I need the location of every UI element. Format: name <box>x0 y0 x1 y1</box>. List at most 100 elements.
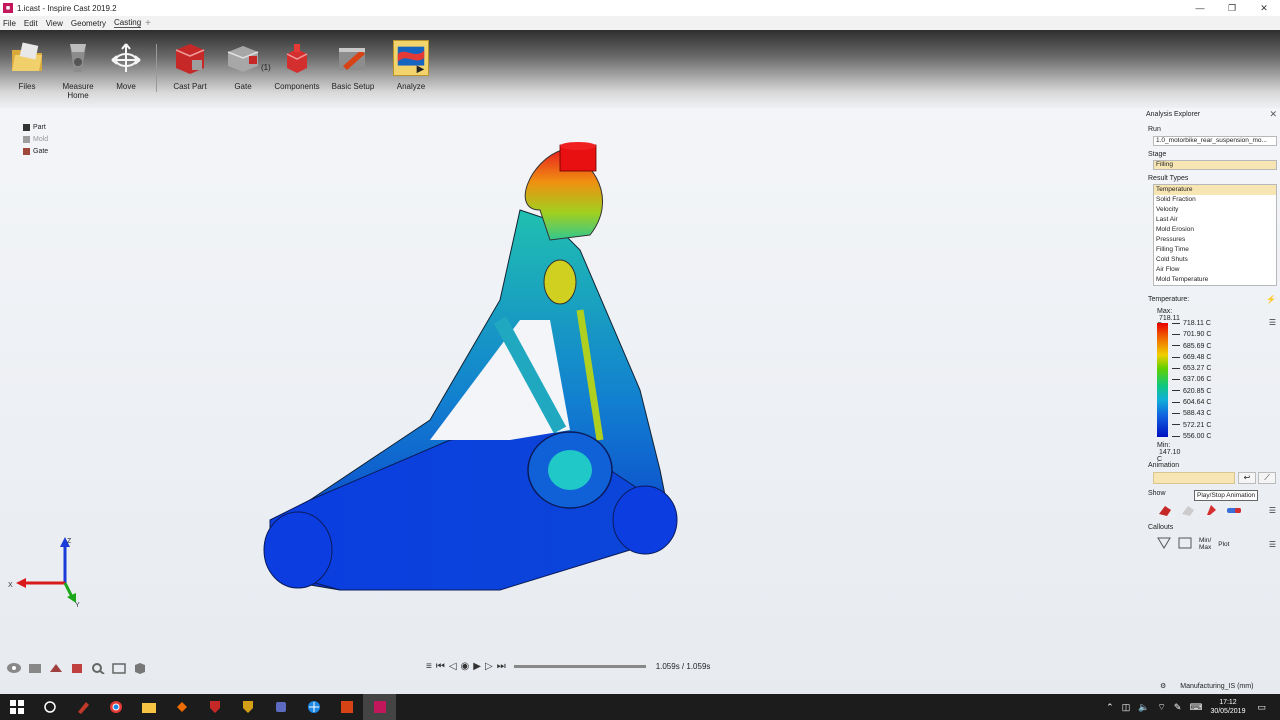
keyboard-icon[interactable]: ⌨ <box>1189 702 1202 713</box>
list-item[interactable]: Filling Time <box>1154 245 1276 255</box>
zoom-icon[interactable] <box>89 660 107 676</box>
list-item[interactable]: Temperature <box>1154 185 1276 195</box>
pen-icon[interactable]: ✎ <box>1174 702 1182 713</box>
network-icon[interactable]: ◫ <box>1122 702 1131 713</box>
window-title: 1.icast - Inspire Cast 2019.2 <box>17 3 117 13</box>
animation-settings-button[interactable]: ⟋ <box>1258 472 1276 484</box>
run-label: Run <box>1148 126 1161 133</box>
view-parts-icon[interactable] <box>26 660 44 676</box>
legend-item-mold[interactable]: Mold <box>23 133 48 145</box>
menu-casting[interactable]: Casting <box>114 18 142 28</box>
clock[interactable]: 17:12 30/05/2019 <box>1210 698 1245 716</box>
components-button[interactable]: Components <box>272 40 322 91</box>
casting-part-model[interactable] <box>250 140 690 612</box>
close-icon[interactable]: ✕ <box>1248 0 1280 16</box>
list-item[interactable]: Solid Fraction <box>1154 195 1276 205</box>
view-cube-icon[interactable] <box>131 660 149 676</box>
animation-slider[interactable] <box>1153 472 1235 484</box>
menu-view[interactable]: View <box>46 19 63 28</box>
gate-swatch <box>23 147 30 155</box>
windows-start-icon[interactable] <box>0 694 33 720</box>
callout-probe-icon[interactable] <box>1157 537 1171 551</box>
play-icon[interactable]: ▶ <box>473 661 481 672</box>
stage-dropdown[interactable]: Filling <box>1153 160 1277 170</box>
show-menu-icon[interactable]: ☰ <box>1269 506 1276 515</box>
components-icon <box>279 40 315 76</box>
powerpoint-icon[interactable] <box>330 694 363 720</box>
play-stop-animation-button[interactable]: ↩ <box>1238 472 1256 484</box>
zoom-fit-icon[interactable] <box>110 660 128 676</box>
list-item[interactable]: Velocity <box>1154 205 1276 215</box>
app-orange-icon[interactable] <box>165 694 198 720</box>
result-types-list: Temperature Solid Fraction Velocity Last… <box>1153 184 1277 286</box>
stage-label: Stage <box>1148 151 1167 158</box>
record-icon[interactable]: ◉ <box>461 661 470 672</box>
teams-icon[interactable] <box>264 694 297 720</box>
app-shield-icon[interactable] <box>198 694 231 720</box>
view-toolbar <box>5 660 152 676</box>
show-mold-icon[interactable] <box>1180 504 1196 518</box>
wifi-icon[interactable]: ⌔ <box>1157 702 1165 713</box>
menu-edit[interactable]: Edit <box>24 19 38 28</box>
add-ribbon-icon[interactable]: + <box>145 18 151 29</box>
app-pen-icon[interactable] <box>66 694 99 720</box>
list-item[interactable]: Air Flow <box>1154 265 1276 275</box>
menu-geometry[interactable]: Geometry <box>71 19 106 28</box>
measure-button[interactable]: Measure Home <box>58 40 98 100</box>
show-overflow-icon[interactable] <box>1226 504 1242 518</box>
show-part-icon[interactable] <box>1157 504 1173 518</box>
show-options <box>1157 504 1249 518</box>
show-gate-icon[interactable] <box>1203 504 1219 518</box>
app-snowflake-icon[interactable] <box>297 694 330 720</box>
title-bar: ■ 1.icast - Inspire Cast 2019.2 — ❐ ✕ <box>0 0 1280 16</box>
units-gear-icon[interactable]: ⚙ <box>1160 682 1166 690</box>
chevron-up-icon[interactable]: ⌃ <box>1106 702 1114 713</box>
callouts-menu-icon[interactable]: ☰ <box>1269 540 1276 549</box>
inspire-cast-icon[interactable] <box>363 694 396 720</box>
playback-slider[interactable] <box>513 665 646 668</box>
file-explorer-icon[interactable] <box>132 694 165 720</box>
section-cut-icon[interactable] <box>47 660 65 676</box>
step-back-icon[interactable]: ◁ <box>449 661 457 672</box>
box-select-icon[interactable] <box>68 660 86 676</box>
legend-item-part[interactable]: Part <box>23 121 48 133</box>
svg-text:Y: Y <box>75 602 80 609</box>
basic-setup-button[interactable]: Basic Setup <box>330 40 376 91</box>
part-swatch <box>23 123 30 131</box>
list-icon[interactable]: ≡ <box>426 661 432 672</box>
units-label[interactable]: Manufacturing_IS (mm) <box>1180 683 1253 690</box>
legend-item-gate[interactable]: Gate <box>23 145 48 157</box>
close-icon[interactable]: ✕ <box>1269 109 1277 120</box>
run-dropdown[interactable]: 1.0_motorbike_rear_suspension_mo... <box>1153 136 1277 146</box>
chrome-icon[interactable] <box>99 694 132 720</box>
callout-box-icon[interactable] <box>1178 537 1192 551</box>
lightning-icon[interactable]: ⚡ <box>1266 295 1276 304</box>
minimize-icon[interactable]: — <box>1184 0 1216 16</box>
ribbon: Files Measure Home Move Cast Part Gate C… <box>0 30 1280 108</box>
plot-button[interactable]: Plot <box>1218 541 1229 548</box>
basic-setup-icon <box>335 40 371 76</box>
move-button[interactable]: Move <box>106 40 146 91</box>
app-badge-icon[interactable] <box>231 694 264 720</box>
analyze-button[interactable]: Analyze <box>389 40 433 91</box>
skip-start-icon[interactable]: ⏮ <box>436 661 445 672</box>
scale-menu-icon[interactable]: ☰ <box>1269 318 1276 327</box>
step-forward-icon[interactable]: ▷ <box>485 661 493 672</box>
gate-button[interactable]: Gate <box>222 40 264 91</box>
list-item[interactable]: Mold Temperature <box>1154 275 1276 285</box>
volume-icon[interactable]: 🔈 <box>1138 702 1149 713</box>
menu-file[interactable]: File <box>3 19 16 28</box>
list-item[interactable]: Cold Shuts <box>1154 255 1276 265</box>
view-eye-icon[interactable] <box>5 660 23 676</box>
list-item[interactable]: Pressures <box>1154 235 1276 245</box>
search-icon[interactable] <box>33 694 66 720</box>
cast-part-button[interactable]: Cast Part <box>170 40 210 91</box>
skip-end-icon[interactable]: ⏭ <box>497 661 506 672</box>
list-item[interactable]: Last Air <box>1154 215 1276 225</box>
notifications-icon[interactable]: ▭ <box>1257 702 1266 713</box>
list-item[interactable]: Mold Erosion <box>1154 225 1276 235</box>
restore-icon[interactable]: ❐ <box>1216 0 1248 16</box>
result-types-label: Result Types <box>1148 175 1189 182</box>
minmax-button[interactable]: Min/Max <box>1199 537 1211 551</box>
files-button[interactable]: Files <box>6 40 48 91</box>
